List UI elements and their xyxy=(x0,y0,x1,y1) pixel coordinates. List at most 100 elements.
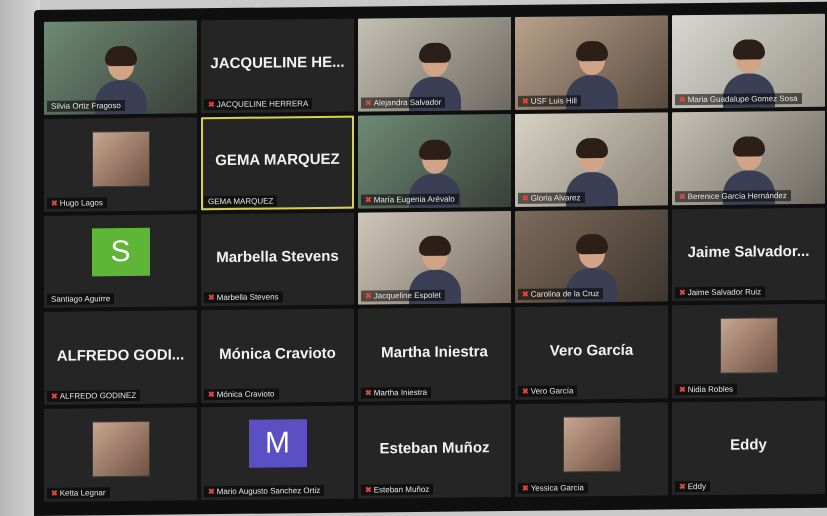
participant-name-label: ✖ María Eugenia Arévalo xyxy=(361,193,459,206)
participant-name-label: ✖ Jaime Salvador Ruiz xyxy=(675,286,766,299)
muted-mic-icon: ✖ xyxy=(365,291,372,301)
muted-mic-icon: ✖ xyxy=(679,191,686,201)
participant-tile[interactable]: ✖ Maria Guadalupe Gomez Sosa xyxy=(672,13,825,109)
muted-mic-icon: ✖ xyxy=(679,94,686,105)
muted-mic-icon: ✖ xyxy=(51,488,58,498)
participant-name-label: ✖ Marbella Stevens xyxy=(204,291,283,304)
muted-mic-icon: ✖ xyxy=(522,290,529,300)
participant-name-label: ✖ Berenice García Hernández xyxy=(675,189,791,202)
participant-name-label: Santiago Aguirre xyxy=(47,293,115,306)
participant-tile[interactable]: ALFREDO GODI... ✖ ALFREDO GODINEZ xyxy=(44,310,197,406)
participant-name-label: ✖ Mario Augusto Sanchez Ortiz xyxy=(204,484,325,498)
muted-mic-icon: ✖ xyxy=(365,98,372,108)
participant-name-label: ✖ Gloria Alvarez xyxy=(518,191,585,204)
participant-name: Martha Iniestra xyxy=(373,388,428,398)
participant-tile[interactable]: ✖ Hugo Lagos xyxy=(44,117,197,212)
participant-tile[interactable]: ✖ Berenice García Hernández xyxy=(672,110,825,205)
participant-display-name: Jaime Salvador... xyxy=(687,242,810,261)
participant-name-label: Silvia Ortiz Fragoso xyxy=(47,99,125,112)
video-call-screen: Silvia Ortiz Fragoso JACQUELINE HE... ✖ JAC… xyxy=(34,1,827,516)
muted-mic-icon: ✖ xyxy=(522,96,529,106)
muted-mic-icon: ✖ xyxy=(679,385,686,395)
muted-mic-icon: ✖ xyxy=(365,485,372,495)
muted-mic-icon: ✖ xyxy=(522,387,529,397)
participant-name: Maria Guadalupe Gomez Sosa xyxy=(687,93,798,104)
muted-mic-icon: ✖ xyxy=(208,390,215,400)
participant-tile[interactable]: ✖ Gloria Alvarez xyxy=(515,112,668,207)
participant-name: Mario Augusto Sanchez Ortiz xyxy=(216,486,321,497)
participant-name-label: ✖ JACQUELINE HERRERA xyxy=(204,97,313,111)
participant-name-label: ✖ Yessica Garcia xyxy=(518,482,588,494)
participant-name: Hugo Lagos xyxy=(59,197,103,208)
muted-mic-icon: ✖ xyxy=(365,195,372,205)
participant-name: Berenice García Hernández xyxy=(687,190,787,201)
participant-name-label: ✖ Vero García xyxy=(518,385,578,398)
profile-picture xyxy=(719,317,778,375)
participant-name: Alejandra Salvador xyxy=(373,97,442,108)
participant-name-label: ✖ Eddy xyxy=(675,480,710,493)
participant-tile[interactable]: ✖ Jacqueline Espolet xyxy=(358,210,511,305)
participant-name: Gloria Alvarez xyxy=(530,192,581,203)
participant-tile[interactable]: ✖ Alejandra Salvador xyxy=(358,17,511,112)
avatar: S xyxy=(91,227,150,276)
muted-mic-icon: ✖ xyxy=(522,193,529,203)
participant-name: Carolina de la Cruz xyxy=(530,289,600,300)
profile-picture xyxy=(91,130,150,188)
muted-mic-icon: ✖ xyxy=(208,293,215,303)
profile-picture xyxy=(562,416,621,473)
participant-name: Ketta Legnar xyxy=(59,488,106,498)
participant-name: María Eugenia Arévalo xyxy=(373,194,455,205)
participant-display-name: Vero García xyxy=(549,341,634,360)
participant-tile[interactable]: ✖ USF Luis Hill xyxy=(515,15,668,110)
participant-tile[interactable]: ✖ Ketta Legnar xyxy=(44,407,197,502)
participant-display-name: Marbella Stevens xyxy=(216,247,339,266)
participant-name: Silvia Ortiz Fragoso xyxy=(51,100,121,111)
participant-name: Eddy xyxy=(687,481,706,492)
avatar: M xyxy=(248,419,307,468)
muted-mic-icon: ✖ xyxy=(679,288,686,298)
participant-name-label: ✖ Nidia Robles xyxy=(675,383,738,396)
participant-name-label: ✖ ALFREDO GODINEZ xyxy=(47,390,141,403)
participant-tile[interactable]: ✖ Nidia Robles xyxy=(672,304,825,399)
participant-tile[interactable]: Esteban Muñoz ✖ Esteban Muñoz xyxy=(358,404,511,499)
participant-name-label: ✖ Hugo Lagos xyxy=(47,196,107,209)
muted-mic-icon: ✖ xyxy=(208,99,215,109)
participant-name: Jacqueline Espolet xyxy=(373,291,441,301)
participant-name: Santiago Aguirre xyxy=(51,294,111,305)
participant-name-label: ✖ Maria Guadalupe Gomez Sosa xyxy=(675,92,802,106)
participant-tile[interactable]: ✖ Yessica Garcia xyxy=(515,402,668,497)
participant-tile[interactable]: Silvia Ortiz Fragoso xyxy=(44,20,197,115)
participant-tile[interactable]: Jaime Salvador... ✖ Jaime Salvador Ruiz xyxy=(672,207,825,302)
participant-display-name: Martha Iniestra xyxy=(381,342,488,362)
participant-name: Yessica Garcia xyxy=(530,483,584,493)
participant-display-name: ALFREDO GODI... xyxy=(56,346,185,365)
muted-mic-icon: ✖ xyxy=(51,198,58,208)
participant-name-label: ✖ Mónica Cravioto xyxy=(204,388,279,401)
muted-mic-icon: ✖ xyxy=(51,391,58,402)
participant-name: Mónica Cravioto xyxy=(216,389,275,400)
participant-tile[interactable]: Vero García ✖ Vero García xyxy=(515,305,668,401)
participant-tile[interactable]: S Santiago Aguirre xyxy=(44,213,197,309)
participant-tile[interactable]: ✖ María Eugenia Arévalo xyxy=(358,113,511,209)
participant-name: USF Luis Hill xyxy=(530,96,577,106)
participant-tile[interactable]: Martha Iniestra ✖ Martha Iniestra xyxy=(358,307,511,402)
participant-name-label: ✖ Esteban Muñoz xyxy=(361,483,434,496)
participant-display-name: GEMA MARQUEZ xyxy=(215,150,340,170)
participant-tile[interactable]: Marbella Stevens ✖ Marbella Stevens xyxy=(201,212,354,307)
participant-name-label: ✖ Carolina de la Cruz xyxy=(518,288,604,301)
participant-tile[interactable]: Mónica Cravioto ✖ Mónica Cravioto xyxy=(201,309,354,404)
muted-mic-icon: ✖ xyxy=(679,482,686,492)
participant-name-label: ✖ USF Luis Hill xyxy=(518,95,581,107)
muted-mic-icon: ✖ xyxy=(365,388,372,398)
participant-tile[interactable]: GEMA MARQUEZ GEMA MARQUEZ xyxy=(201,115,354,210)
participant-tile[interactable]: M ✖ Mario Augusto Sanchez Ortiz xyxy=(201,405,354,501)
participant-display-name: Mónica Cravioto xyxy=(219,344,336,363)
participant-tile[interactable]: JACQUELINE HE... ✖ JACQUELINE HERRERA xyxy=(201,18,354,114)
participant-name: Marbella Stevens xyxy=(216,292,279,303)
participant-name-label: ✖ Alejandra Salvador xyxy=(361,96,446,109)
participant-display-name: JACQUELINE HE... xyxy=(210,53,345,73)
participant-tile[interactable]: Eddy ✖ Eddy xyxy=(672,400,825,496)
profile-picture xyxy=(91,420,150,478)
participant-tile[interactable]: ✖ Carolina de la Cruz xyxy=(515,208,668,304)
muted-mic-icon: ✖ xyxy=(208,487,215,497)
